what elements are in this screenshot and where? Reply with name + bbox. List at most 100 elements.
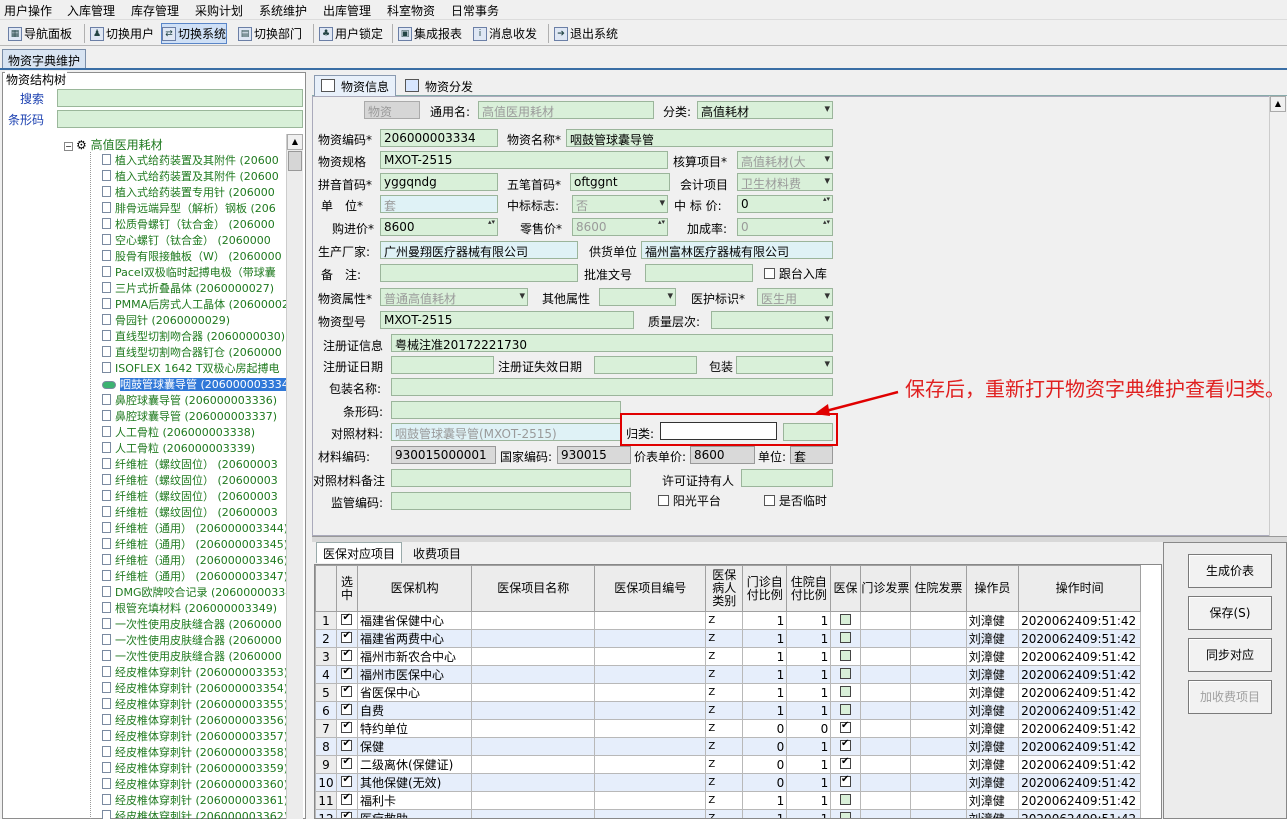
tree-item[interactable]: 植入式给药装置专用针 (206000 (102, 184, 275, 200)
tree-item[interactable]: 植入式给药装置及其附件 (20600 (102, 152, 279, 168)
cell-yb-checkbox[interactable] (830, 809, 861, 818)
compare-remark-field[interactable] (391, 469, 631, 487)
cell-yb-checkbox[interactable] (830, 791, 861, 810)
table-row[interactable]: 6自费Z11刘漳健2020062409:51:42 (315, 701, 1141, 720)
tab-material-info[interactable]: 物资信息 (314, 75, 397, 96)
material-tree[interactable]: − ⚙ 高值医用耗材 植入式给药装置及其附件 (20600 植入式给药装置及其附件 … (8, 134, 286, 819)
tree-item[interactable]: 植入式给药装置及其附件 (20600 (102, 168, 279, 184)
table-row[interactable]: 12医疗救助Z11刘漳健2020062409:51:42 (315, 809, 1141, 818)
temp-checkbox[interactable]: 是否临时 (764, 492, 827, 509)
col-time[interactable]: 操作时间 (1018, 565, 1141, 612)
fin-item-select[interactable]: 卫生材料费 (737, 173, 833, 191)
messages-button[interactable]: i 消息收发 (473, 23, 537, 44)
add-charge-item-button[interactable]: 加收费项目 (1188, 680, 1272, 714)
tree-item[interactable]: 纤维桩（通用） (206000003346) (102, 552, 286, 568)
quality-select[interactable] (711, 311, 833, 329)
tree-item[interactable]: 三片式折叠晶体 (2060000027) (102, 280, 274, 296)
table-row[interactable]: 10 其他保健(无效) Z01 刘漳健2020062409:51:42 (315, 773, 1141, 792)
reports-button[interactable]: ▣ 集成报表 (398, 23, 462, 44)
tree-item[interactable]: 经皮椎体穿刺针 (206000003354) (102, 680, 286, 696)
menu-stock[interactable]: 库存管理 (131, 2, 179, 19)
table-row[interactable]: 4福州市医保中心Z11刘漳健2020062409:51:42 (315, 665, 1141, 684)
cell-yb-checkbox[interactable] (830, 755, 861, 774)
sunshine-checkbox[interactable]: 阳光平台 (658, 492, 721, 509)
exit-button[interactable]: ➔ 退出系统 (554, 23, 618, 44)
compare-field[interactable]: 咽鼓管球囊导管(MXOT-2515) (391, 423, 621, 441)
cell-yb-checkbox[interactable] (830, 773, 861, 792)
cell-yb-checkbox[interactable] (830, 719, 861, 738)
checkbox-icon[interactable] (341, 667, 353, 679)
checkbox-icon[interactable] (840, 775, 851, 787)
checkbox-icon[interactable] (341, 703, 353, 715)
menu-daily[interactable]: 日常事务 (451, 2, 499, 19)
nav-panel-button[interactable]: ▦ 导航面板 (8, 23, 72, 44)
mat-code-field[interactable]: 930015000001 (391, 446, 496, 464)
checkbox-icon[interactable] (341, 649, 353, 661)
tab-insurance[interactable]: 医保对应项目 (316, 542, 403, 563)
tree-item[interactable]: 纤维桩（螺纹固位） (20600003 (102, 472, 278, 488)
col-ip-ratio[interactable]: 住院自付比例 (786, 565, 832, 612)
row-select-checkbox[interactable] (335, 809, 358, 818)
menu-outbound[interactable]: 出库管理 (323, 2, 371, 19)
table-row[interactable]: 7特约单位Z00刘漳健2020062409:51:42 (315, 719, 1141, 738)
form-scrollbar[interactable]: ▲ (1269, 96, 1287, 536)
pack-name-field[interactable] (391, 378, 833, 396)
tree-item[interactable]: 经皮椎体穿刺针 (206000003359) (102, 760, 286, 776)
row-select-checkbox[interactable] (335, 737, 358, 756)
row-select-checkbox[interactable] (335, 611, 358, 630)
tree-item[interactable]: 骨园针 (2060000029) (102, 312, 230, 328)
row-select-checkbox[interactable] (335, 773, 358, 792)
table-row[interactable]: 3福州市新农合中心Z11刘漳健2020062409:51:42 (315, 647, 1141, 666)
row-select-checkbox[interactable] (335, 719, 358, 738)
checkbox-icon[interactable] (341, 811, 353, 818)
bid-flag-select[interactable]: 否 (572, 195, 668, 213)
tree-item[interactable]: 股骨有限接触板（W） (2060000 (102, 248, 282, 264)
barcode-input[interactable] (57, 110, 303, 128)
col-operator[interactable]: 操作员 (965, 565, 1020, 612)
checkbox-icon[interactable] (840, 721, 851, 733)
cell-yb-checkbox[interactable] (830, 737, 861, 756)
tree-item[interactable]: 腓骨远端异型（解析）钢板 (206 (102, 200, 276, 216)
scroll-thumb[interactable] (288, 151, 302, 171)
form-scroll-up-icon[interactable]: ▲ (1270, 96, 1286, 112)
col-op-invoice[interactable]: 门诊发票 (859, 565, 912, 612)
cell-yb-checkbox[interactable] (830, 611, 861, 630)
menu-user-ops[interactable]: 用户操作 (4, 2, 52, 19)
tree-item[interactable]: 经皮椎体穿刺针 (206000003353) (102, 664, 286, 680)
row-select-checkbox[interactable] (335, 665, 358, 684)
table-row[interactable]: 2福建省两费中心Z11刘漳健2020062409:51:42 (315, 629, 1141, 648)
tree-item[interactable]: 纤维桩（螺纹固位） (20600003 (102, 504, 278, 520)
remark-field[interactable] (380, 264, 578, 282)
checkbox-icon[interactable] (840, 703, 851, 715)
tree-item[interactable]: 根管充填材料 (206000003349) (102, 600, 277, 616)
switch-system-button[interactable]: ⇄ 切换系统 (161, 23, 228, 44)
col-yb[interactable]: 医保 (830, 565, 861, 612)
tab-material-distribute[interactable]: 物资分发 (398, 75, 480, 96)
reg-field[interactable]: 粤械注准20172221730 (391, 334, 833, 352)
pinyin-field[interactable]: yggqndg (380, 173, 498, 191)
tab-charge[interactable]: 收费项目 (406, 542, 468, 563)
cell-yb-checkbox[interactable] (830, 701, 861, 720)
row-select-checkbox[interactable] (335, 647, 358, 666)
wubi-field[interactable]: oftggnt (570, 173, 670, 191)
spec-field[interactable]: MXOT-2515 (380, 151, 668, 169)
tree-item[interactable]: 纤维桩（螺纹固位） (20600003 (102, 488, 278, 504)
checkbox-icon[interactable] (341, 721, 353, 733)
checkbox-icon[interactable] (840, 667, 851, 679)
form-barcode-field[interactable] (391, 401, 621, 419)
tree-item[interactable]: 一次性使用皮肤缝合器 (2060000 (102, 616, 282, 632)
tree-item[interactable]: 纤维桩（通用） (206000003347) (102, 568, 286, 584)
material-button[interactable]: 物资 (364, 101, 420, 119)
menu-purchase[interactable]: 采购计划 (195, 2, 243, 19)
supervise-field[interactable] (391, 492, 631, 510)
tree-item[interactable]: 一次性使用皮肤缝合器 (2060000 (102, 648, 282, 664)
checkbox-icon[interactable] (341, 685, 353, 697)
checkbox-icon[interactable] (341, 739, 353, 751)
unit-field[interactable]: 套 (380, 195, 498, 213)
table-row[interactable]: 9 二级离休(保健证) Z01 刘漳健2020062409:51:42 (315, 755, 1141, 774)
tree-item[interactable]: 经皮椎体穿刺针 (206000003360) (102, 776, 286, 792)
menu-inbound[interactable]: 入库管理 (67, 2, 115, 19)
checkbox-icon[interactable] (840, 811, 851, 818)
menu-system[interactable]: 系统维护 (259, 2, 307, 19)
tree-item[interactable]: 经皮椎体穿刺针 (206000003356) (102, 712, 286, 728)
